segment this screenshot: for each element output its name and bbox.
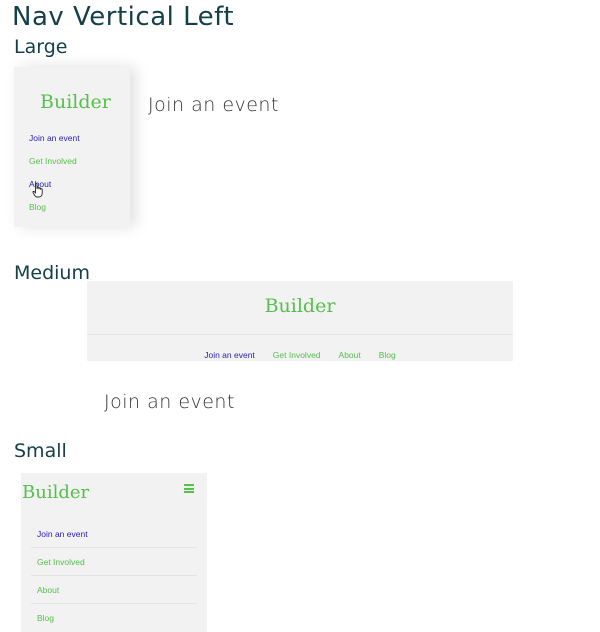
large-vertical-nav: Builder Join an event Get Involved About…: [14, 67, 130, 227]
medium-top-nav: Builder Join an event Get Involved About…: [87, 281, 513, 361]
nav-divider: [87, 334, 513, 335]
nav-link-join[interactable]: Join an event: [37, 529, 88, 539]
brand-logo[interactable]: Builder: [40, 91, 111, 113]
nav-link-blog[interactable]: Blog: [29, 202, 46, 212]
nav-link-join[interactable]: Join an event: [204, 350, 255, 360]
nav-item-about: About: [31, 576, 197, 604]
nav-link-join[interactable]: Join an event: [29, 133, 80, 143]
content-heading-large: Join an event: [148, 94, 279, 116]
nav-link-get-involved[interactable]: Get Involved: [37, 557, 85, 567]
page-title: Nav Vertical Left: [12, 2, 235, 32]
small-mobile-nav: Builder Join an event Get Involved About…: [21, 473, 207, 632]
nav-item-join: Join an event: [31, 520, 197, 548]
nav-item-get-involved: Get Involved: [29, 154, 80, 177]
hand-pointer-icon: [32, 183, 43, 198]
nav-item-get-involved: Get Involved: [273, 343, 321, 362]
nav-item-get-involved: Get Involved: [31, 548, 197, 576]
section-title-large: Large: [14, 36, 68, 58]
hamburger-icon[interactable]: [184, 484, 194, 493]
section-title-small: Small: [14, 440, 67, 462]
nav-list: Join an event Get Involved About Blog: [87, 343, 513, 362]
brand-logo[interactable]: Builder: [22, 482, 89, 503]
nav-link-get-involved[interactable]: Get Involved: [273, 350, 321, 360]
nav-link-blog[interactable]: Blog: [37, 613, 54, 623]
brand-logo[interactable]: Builder: [87, 295, 513, 317]
nav-list: Join an event Get Involved About Blog: [29, 131, 80, 223]
nav-item-blog: Blog: [31, 604, 197, 631]
nav-link-about[interactable]: About: [339, 350, 361, 360]
nav-link-about[interactable]: About: [37, 585, 59, 595]
nav-item-blog: Blog: [29, 200, 80, 223]
nav-link-get-involved[interactable]: Get Involved: [29, 156, 77, 166]
section-title-medium: Medium: [14, 262, 90, 284]
nav-item-join: Join an event: [29, 131, 80, 154]
nav-link-blog[interactable]: Blog: [379, 350, 396, 360]
nav-item-about: About: [339, 343, 361, 362]
content-heading-medium: Join an event: [104, 391, 235, 413]
nav-list: Join an event Get Involved About Blog: [21, 520, 207, 631]
nav-item-blog: Blog: [379, 343, 396, 362]
nav-item-join: Join an event: [204, 343, 255, 362]
